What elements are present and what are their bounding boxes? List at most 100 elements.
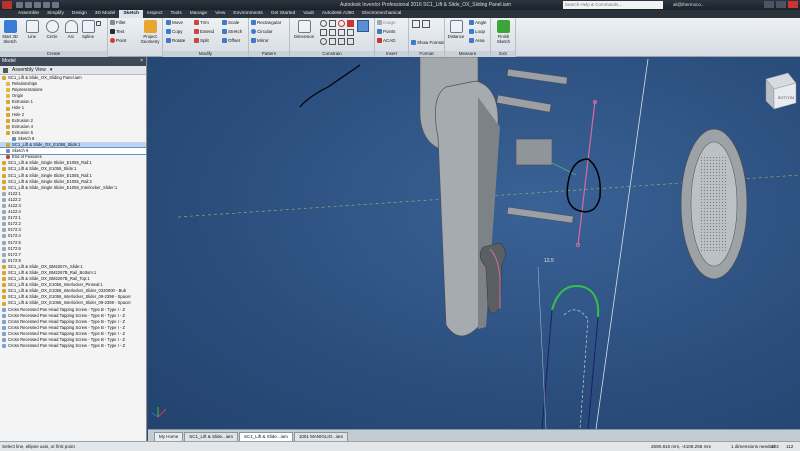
part-icon [6,143,10,148]
redo-icon[interactable] [52,2,59,8]
copy-button[interactable]: Copy [166,29,183,34]
fix-constraint-icon[interactable] [347,20,354,27]
rotate-button[interactable]: Rotate [166,38,185,43]
help-search-input[interactable]: Search Help & Commands... [563,1,663,9]
construction-icon[interactable] [412,20,420,28]
screw-icon [2,331,6,336]
coincident-constraint-icon[interactable] [320,20,327,27]
part-icon [6,130,10,135]
arc-button[interactable]: Arc [64,20,78,39]
filter-icon[interactable] [3,68,8,73]
folder-icon [6,94,10,99]
dimension-label[interactable]: 12.5 [544,258,554,264]
project-geometry-button[interactable]: Project Geometry [138,20,162,44]
file-count: 112 [786,444,794,449]
trim-button[interactable]: Trim [194,20,209,25]
area-icon [469,38,474,43]
viewcube[interactable]: BOTTOM [765,72,797,110]
acad-button[interactable]: ACAD [377,38,396,43]
scale-button[interactable]: Scale [222,20,239,25]
split-button[interactable]: Split [194,38,209,43]
minimize-icon[interactable] [764,1,774,8]
document-tab[interactable]: SC1_Lift & Slide...iam [239,432,293,441]
quick-access-toolbar [16,2,59,8]
centerline-icon[interactable] [422,20,430,28]
tab-environments[interactable]: Environments [229,10,266,18]
offset-button[interactable]: Offset [222,38,240,43]
assembly-view-dropdown[interactable]: Assembly View ▾ [0,66,146,75]
line-button[interactable]: Line [25,20,39,39]
document-tab[interactable]: My Home [154,432,184,441]
horizontal-constraint-icon[interactable] [338,29,345,36]
undo-icon[interactable] [43,2,50,8]
tab-design[interactable]: Design [68,10,91,18]
tangent-constraint-icon[interactable] [320,38,327,45]
graphics-viewport[interactable]: 12.5 BOTTOM [148,57,800,429]
part-icon [2,301,6,306]
tab-3d-model[interactable]: 3D Model [91,10,120,18]
annotation-circle [566,158,601,213]
rectangle-button[interactable] [96,21,101,26]
show-format-button[interactable]: Show Format [411,40,444,45]
spline-button[interactable]: Spline [81,20,95,39]
area-button[interactable]: Area [469,38,485,43]
rectangular-pattern-button[interactable]: Rectangular [251,20,281,25]
tab-autodesk-a360[interactable]: Autodesk A360 [318,10,358,18]
save-icon[interactable] [34,2,41,8]
maximize-icon[interactable] [776,1,786,8]
tab-vault[interactable]: Vault [299,10,318,18]
stretch-button[interactable]: Stretch [222,29,242,34]
equal-constraint-icon[interactable] [347,38,354,45]
ref-icon [2,258,6,263]
collinear-constraint-icon[interactable] [329,20,336,27]
tab-sketch[interactable]: Sketch [119,10,144,18]
fillet-button[interactable]: Fillet [110,20,126,25]
finish-sketch-button[interactable]: Finish Sketch [493,20,514,44]
text-button[interactable]: Text [110,29,124,34]
screw-icon [2,313,6,318]
vertical-constraint-icon[interactable] [347,29,354,36]
image-button[interactable]: Image [377,20,396,25]
circle-button[interactable]: Circle [44,20,60,39]
concentric-constraint-icon[interactable] [338,20,345,27]
open-icon[interactable] [25,2,32,8]
perpendicular-constraint-icon[interactable] [329,29,336,36]
close-icon[interactable] [788,1,798,8]
dimension-button[interactable]: Dimension [291,20,317,39]
tab-manage[interactable]: Manage [186,10,211,18]
tab-electromechanical[interactable]: Electromechanical [358,10,405,18]
new-icon[interactable] [16,2,23,8]
start-3d-sketch-button[interactable]: Start 3D Sketch [1,20,19,44]
tab-simplify[interactable]: Simplify [43,10,68,18]
parallel-constraint-icon[interactable] [320,29,327,36]
tab-view[interactable]: View [211,10,229,18]
chevron-down-icon: ▾ [49,67,53,73]
mirror-button[interactable]: Mirror [251,38,269,43]
circular-pattern-button[interactable]: Circular [251,29,273,34]
tab-inspect[interactable]: Inspect [143,10,166,18]
symmetric-constraint-icon[interactable] [338,38,345,45]
tab-assemble[interactable]: Assemble [14,10,43,18]
document-tab[interactable]: SC1_Lift & Slide...iam [184,432,239,441]
sketch-line-pink [577,100,596,246]
extend-button[interactable]: Extend [194,29,214,34]
distance-button[interactable]: Distance [446,20,466,39]
sketch-icon [12,136,16,141]
smooth-constraint-icon[interactable] [329,38,336,45]
loop-button[interactable]: Loop [469,29,485,34]
move-button[interactable]: Move [166,20,183,25]
points-button[interactable]: Points [377,29,396,34]
browser-close-icon[interactable]: × [140,57,143,66]
user-account[interactable]: ali@thermoco... [673,2,705,7]
tab-get-started[interactable]: Get Started [267,10,300,18]
document-tab[interactable]: 1001 MANIGLIO...iam [293,432,349,441]
rectangular-pattern-icon [251,20,256,25]
part-icon [6,100,10,105]
inventor-logo-icon[interactable] [2,1,12,9]
tab-tools[interactable]: Tools [167,10,186,18]
slot-left-edge [541,309,553,429]
browser-node[interactable]: Cross Recessed Pan Head Tapping Screw - … [0,343,146,349]
point-button[interactable]: Point [110,38,126,43]
show-constraints-icon[interactable] [357,20,369,32]
angle-button[interactable]: Angle [469,20,487,25]
